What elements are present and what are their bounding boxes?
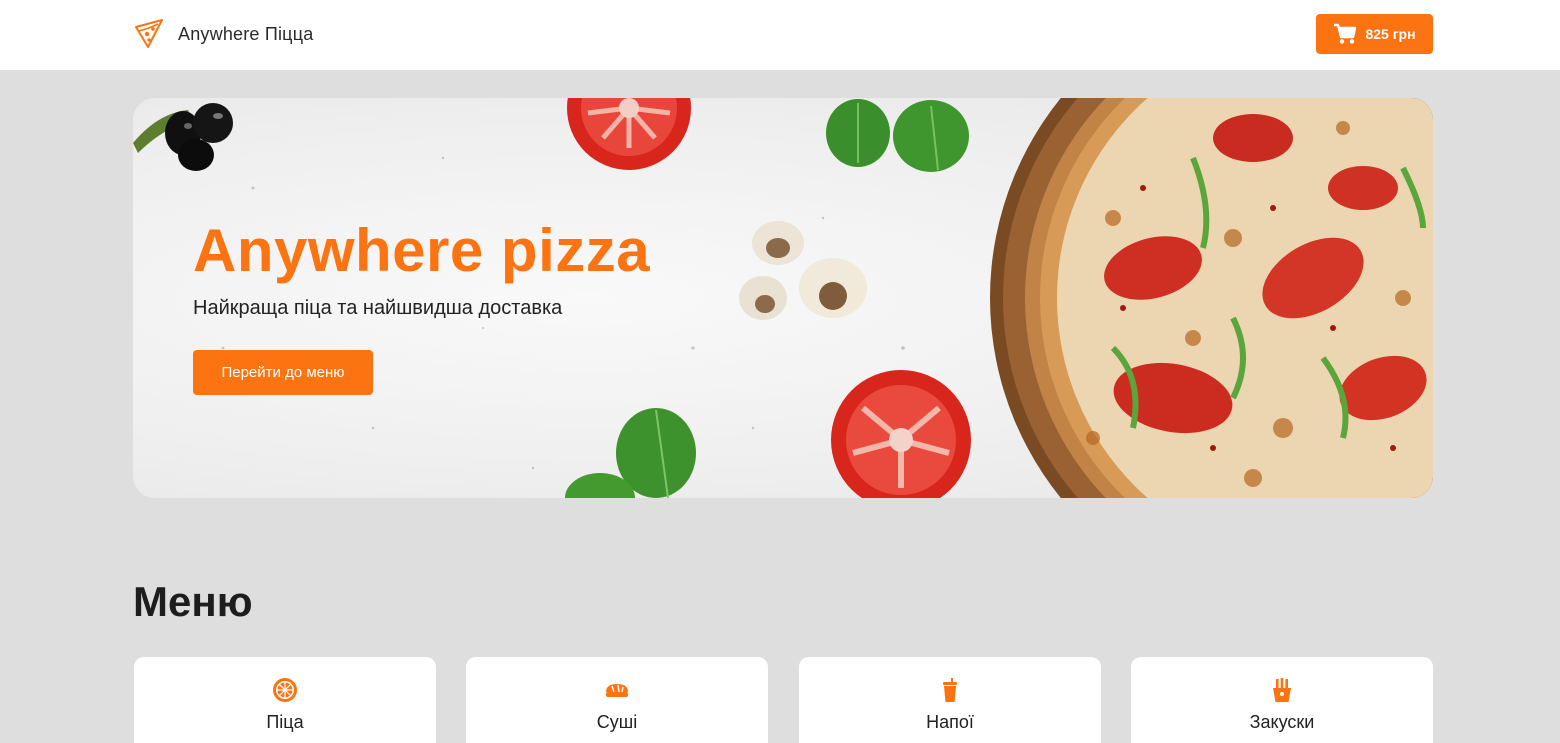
menu-title: Меню: [133, 578, 253, 625]
category-label: Напої: [926, 712, 974, 732]
category-label: Піца: [266, 712, 304, 732]
fries-icon: [1273, 678, 1291, 702]
pizza-icon: [273, 678, 297, 702]
hero-subtitle: Найкраща піца та найшвидша доставка: [193, 297, 563, 319]
hero-banner: Anywhere pizza Найкраща піца та найшвидш…: [133, 98, 1433, 498]
shopping-cart-icon: [1334, 23, 1357, 44]
drink-icon: [943, 678, 957, 702]
hero-title: Anywhere pizza: [193, 217, 651, 284]
category-label: Суші: [596, 712, 638, 732]
category-card-drinks[interactable]: Напої: [799, 657, 1101, 743]
pizza-slice-icon: [135, 19, 163, 48]
go-to-menu-button[interactable]: Перейти до меню: [193, 350, 373, 395]
sushi-icon: [606, 684, 628, 697]
category-card-sushi[interactable]: Суші: [466, 657, 768, 743]
site-header: Anywhere Піцца 825 грн: [0, 0, 1560, 70]
cart-total: 825 грн: [1365, 26, 1416, 42]
category-card-pizza[interactable]: Піца: [134, 657, 436, 743]
brand-name: Anywhere Піцца: [178, 23, 314, 44]
cart-button[interactable]: 825 грн: [1316, 14, 1433, 54]
category-card-snacks[interactable]: Закуски: [1131, 657, 1433, 743]
brand-logo[interactable]: Anywhere Піцца: [132, 16, 313, 52]
category-label: Закуски: [1249, 712, 1315, 732]
